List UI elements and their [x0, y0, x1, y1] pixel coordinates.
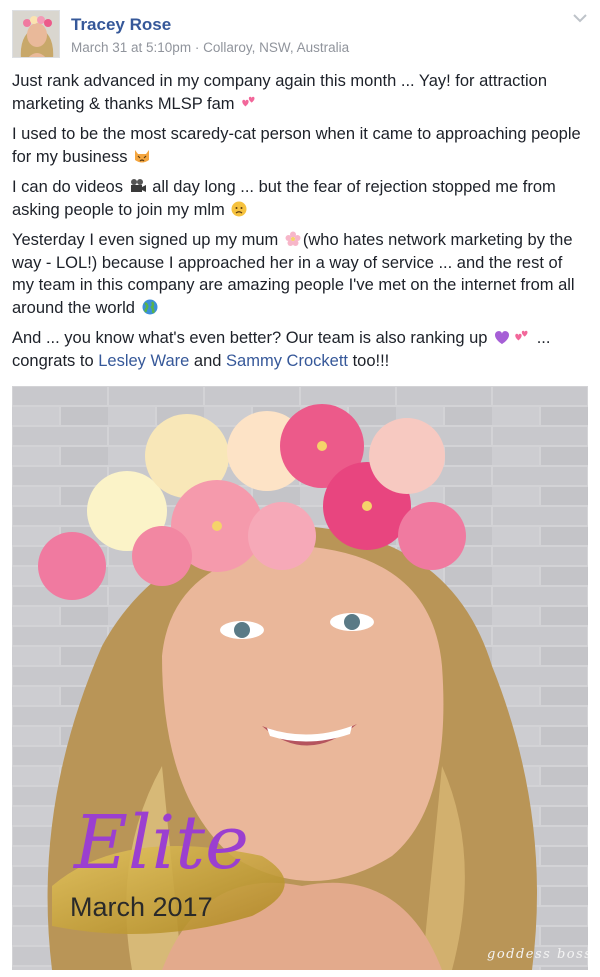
post-photo[interactable]: Elite March 2017 goddess boss [12, 386, 588, 970]
paragraph-text: too!!! [352, 351, 390, 370]
post-location[interactable]: Collaroy, NSW, Australia [203, 40, 349, 55]
paragraph-text: And ... you know what's even better? Our… [12, 329, 488, 347]
chevron-down-icon[interactable] [572, 12, 588, 24]
post-text: Just rank advanced in my company again t… [12, 70, 588, 380]
post-meta: March 31 at 5:10pm · Collaroy, NSW, Aust… [71, 40, 349, 55]
elite-title: Elite [72, 800, 249, 886]
cherry-blossom-icon [285, 231, 301, 246]
globe-icon [142, 299, 158, 314]
post-paragraph: I can do videos all day long ... but the… [12, 176, 588, 221]
paragraph-text: and [193, 351, 222, 370]
purple-heart-icon [495, 331, 510, 344]
mention-lesley-ware[interactable]: Lesley Ware [98, 352, 189, 370]
photo-watermark: goddess boss [487, 947, 588, 962]
post-paragraph: Yesterday I even signed up my mum (who h… [12, 229, 588, 319]
two-hearts-icon [515, 330, 528, 341]
paragraph-text: Yesterday I even signed up my mum [12, 231, 279, 249]
meta-separator: · [191, 40, 204, 55]
paragraph-text: I used to be the most scaredy-cat person… [12, 125, 581, 166]
paragraph-text: I can do videos [12, 178, 123, 196]
weary-cat-icon [135, 149, 150, 162]
post-paragraph: Just rank advanced in my company again t… [12, 70, 588, 115]
paragraph-text: Just rank advanced in my company again t… [12, 72, 547, 113]
two-hearts-icon [242, 96, 255, 106]
movie-camera-icon [130, 179, 146, 192]
facebook-post: Tracey Rose March 31 at 5:10pm · Collaro… [0, 0, 600, 977]
elite-date: March 2017 [70, 892, 213, 922]
photo-image: Elite March 2017 goddess boss [12, 386, 588, 970]
mention-sammy-crockett[interactable]: Sammy Crockett [226, 352, 348, 370]
post-paragraph: I used to be the most scaredy-cat person… [12, 123, 588, 168]
author-name[interactable]: Tracey Rose [71, 15, 171, 35]
post-paragraph: And ... you know what's even better? Our… [12, 327, 588, 372]
avatar[interactable] [12, 10, 60, 58]
avatar-image [13, 11, 59, 57]
worried-face-icon [231, 201, 247, 216]
post-timestamp[interactable]: March 31 at 5:10pm [71, 40, 191, 55]
